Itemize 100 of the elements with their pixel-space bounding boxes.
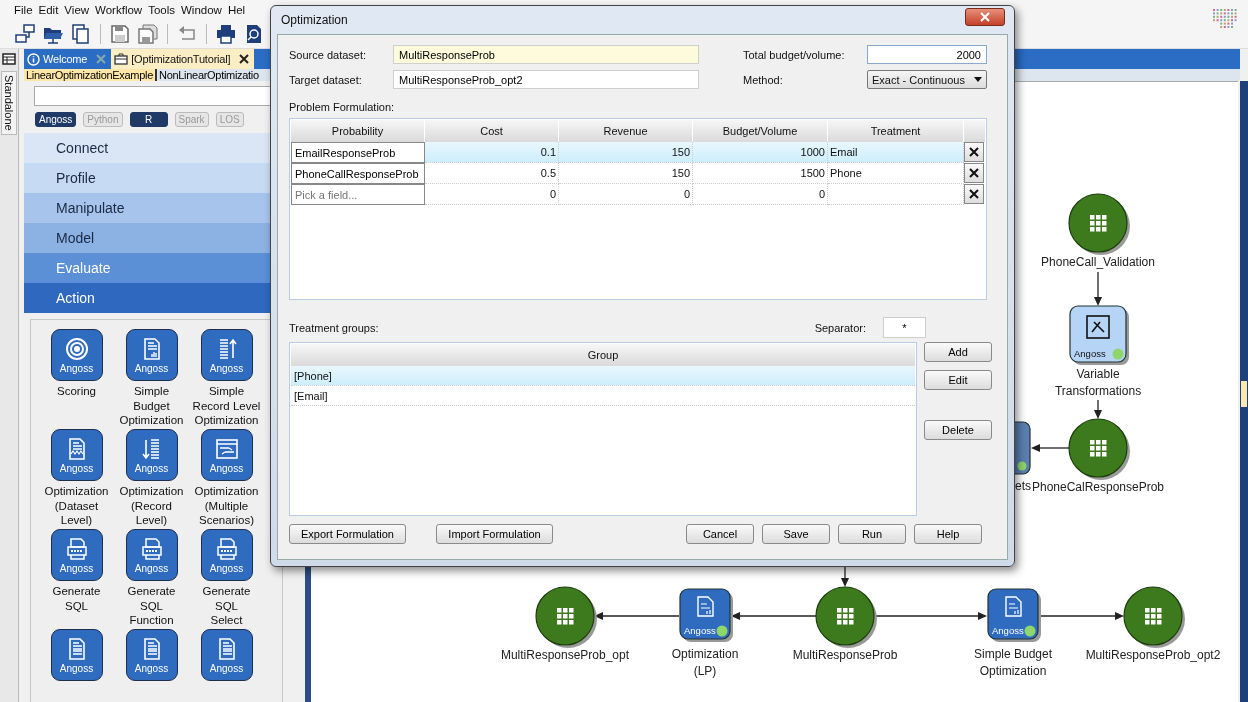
table-cell: 0 <box>693 184 828 205</box>
table-cell: 0.5 <box>425 163 559 184</box>
input-field[interactable]: MultiResponseProb_opt2 <box>393 70 699 89</box>
field-selector[interactable]: EmailResponseProb <box>291 142 425 163</box>
node-label: Simple Budget Optimization <box>974 647 1052 678</box>
badge-label: Angoss <box>209 362 244 374</box>
side-tab[interactable]: Standalone <box>1 71 17 135</box>
input-field[interactable]: * <box>883 317 926 338</box>
tool-node[interactable]: Angoss <box>987 588 1041 642</box>
badge-label: Angoss <box>59 562 94 574</box>
node-label: PhoneCall_Validation <box>1041 255 1155 269</box>
badge-label: Angoss <box>1074 348 1106 359</box>
menu-item[interactable]: File <box>11 4 36 16</box>
menu-item[interactable]: Window <box>178 4 225 16</box>
menu-item[interactable]: View <box>61 4 93 16</box>
input-field[interactable]: MultiResponseProb <box>393 45 699 64</box>
badge-label: Angoss <box>59 662 94 674</box>
node-label: Generate SQL Function <box>127 584 176 628</box>
window-title: Optimization <box>281 13 348 27</box>
table-cell: 1000 <box>693 142 828 163</box>
list-row[interactable]: [Phone] <box>291 366 915 386</box>
palette-node[interactable]: Angoss <box>200 629 253 681</box>
action-button[interactable]: Edit <box>924 370 992 390</box>
subtab[interactable]: NonLinearOptimizatio <box>157 69 261 81</box>
palette-node[interactable]: Angoss <box>125 329 178 381</box>
input-field[interactable]: 2000 <box>867 45 987 64</box>
node-label: ets <box>1015 479 1031 493</box>
node-label: Optimization (LP) <box>671 647 739 678</box>
palette-node[interactable]: Angoss <box>200 529 253 581</box>
column-header[interactable]: Budget/Volume <box>693 120 828 142</box>
menu-item[interactable]: Tools <box>145 4 178 16</box>
column-header[interactable]: Revenue <box>559 120 693 142</box>
node-label: Generate SQL <box>52 584 101 613</box>
badge-label: Angoss <box>209 562 244 574</box>
action-button[interactable]: Help <box>914 524 982 544</box>
table-cell: 1500 <box>693 163 828 184</box>
node-label: MultiResponseProb_opt2 <box>1085 648 1221 662</box>
node-label: Optimization (Dataset Level) <box>44 484 109 528</box>
action-button[interactable]: Add <box>924 342 992 362</box>
node-label: Optimization (Record Level) <box>119 484 184 528</box>
palette-node[interactable]: Angoss <box>125 429 178 481</box>
field-label: Total budget/volume: <box>743 48 846 61</box>
node-label: Optimization (Multiple Scenarios) <box>194 484 259 528</box>
node-label: MultiResponseProb_opt <box>500 648 630 662</box>
method-dropdown[interactable]: Exact - Continuous <box>867 70 987 89</box>
column-header[interactable]: Group <box>291 344 915 366</box>
table-cell: 0 <box>559 184 693 205</box>
action-button[interactable]: Export Formulation <box>289 524 406 544</box>
table-cell: 150 <box>559 142 693 163</box>
node-label: Scoring <box>57 384 96 399</box>
palette-node[interactable]: Angoss <box>50 429 103 481</box>
tool-node[interactable]: Angoss <box>679 588 733 642</box>
subtab[interactable]: LinearOptimizationExample <box>24 69 157 81</box>
list-row[interactable]: [Email] <box>291 386 915 406</box>
action-button[interactable]: Import Formulation <box>436 524 553 544</box>
badge-label: Angoss <box>59 462 94 474</box>
palette-node[interactable]: Angoss <box>125 529 178 581</box>
badge-label: Angoss <box>134 662 169 674</box>
table-cell: 150 <box>559 163 693 184</box>
palette-node[interactable]: Angoss <box>50 329 103 381</box>
badge-label: Angoss <box>992 625 1024 636</box>
field-selector[interactable]: PhoneCallResponseProb <box>291 163 425 184</box>
action-button[interactable]: Save <box>762 524 830 544</box>
menu-item[interactable]: Workflow <box>92 4 146 16</box>
tab[interactable]: Welcome <box>24 49 112 69</box>
action-button[interactable]: Cancel <box>686 524 754 544</box>
palette-node[interactable]: Angoss <box>50 629 103 681</box>
column-header[interactable]: Treatment <box>828 120 964 142</box>
field-selector[interactable]: Pick a field... <box>291 184 425 205</box>
palette-node[interactable]: Angoss <box>125 629 178 681</box>
badge-label: Angoss <box>684 625 716 636</box>
badge-label: Angoss <box>59 362 94 374</box>
action-button[interactable]: Run <box>838 524 906 544</box>
badge-label: Angoss <box>134 362 169 374</box>
badge-label: Angoss <box>209 662 244 674</box>
menu-item[interactable]: Edit <box>35 4 62 16</box>
language-toggle[interactable]: R <box>129 112 168 127</box>
language-toggle[interactable]: Angoss <box>35 112 77 127</box>
palette-node[interactable]: Angoss <box>50 529 103 581</box>
table-cell: Email <box>828 142 964 163</box>
node-label: Simple Budget Optimization <box>119 384 184 428</box>
tab[interactable]: [OptimizationTutorial] <box>111 49 255 69</box>
palette-node[interactable]: Angoss <box>200 429 253 481</box>
menu-item[interactable]: Hel <box>224 4 249 16</box>
node-label: Generate SQL Select <box>202 584 251 628</box>
field-label: Separator: <box>814 321 866 334</box>
section-label: Treatment groups: <box>289 321 380 334</box>
badge-label: Angoss <box>134 562 169 574</box>
action-button[interactable]: Delete <box>924 420 992 440</box>
field-label: Target dataset: <box>289 73 363 86</box>
badge-label: Angoss <box>134 462 169 474</box>
column-header[interactable]: Probability <box>291 120 425 142</box>
badge-label: Angoss <box>209 462 244 474</box>
node-label: Simple Record Level Optimization <box>192 384 261 428</box>
column-header[interactable]: Cost <box>425 120 559 142</box>
tool-node[interactable]: Angoss <box>1069 305 1129 365</box>
section-label: Problem Formulation: <box>289 101 396 113</box>
field-label: Method: <box>743 73 784 86</box>
palette-node[interactable]: Angoss <box>200 329 253 381</box>
field-label: Source dataset: <box>289 48 368 61</box>
